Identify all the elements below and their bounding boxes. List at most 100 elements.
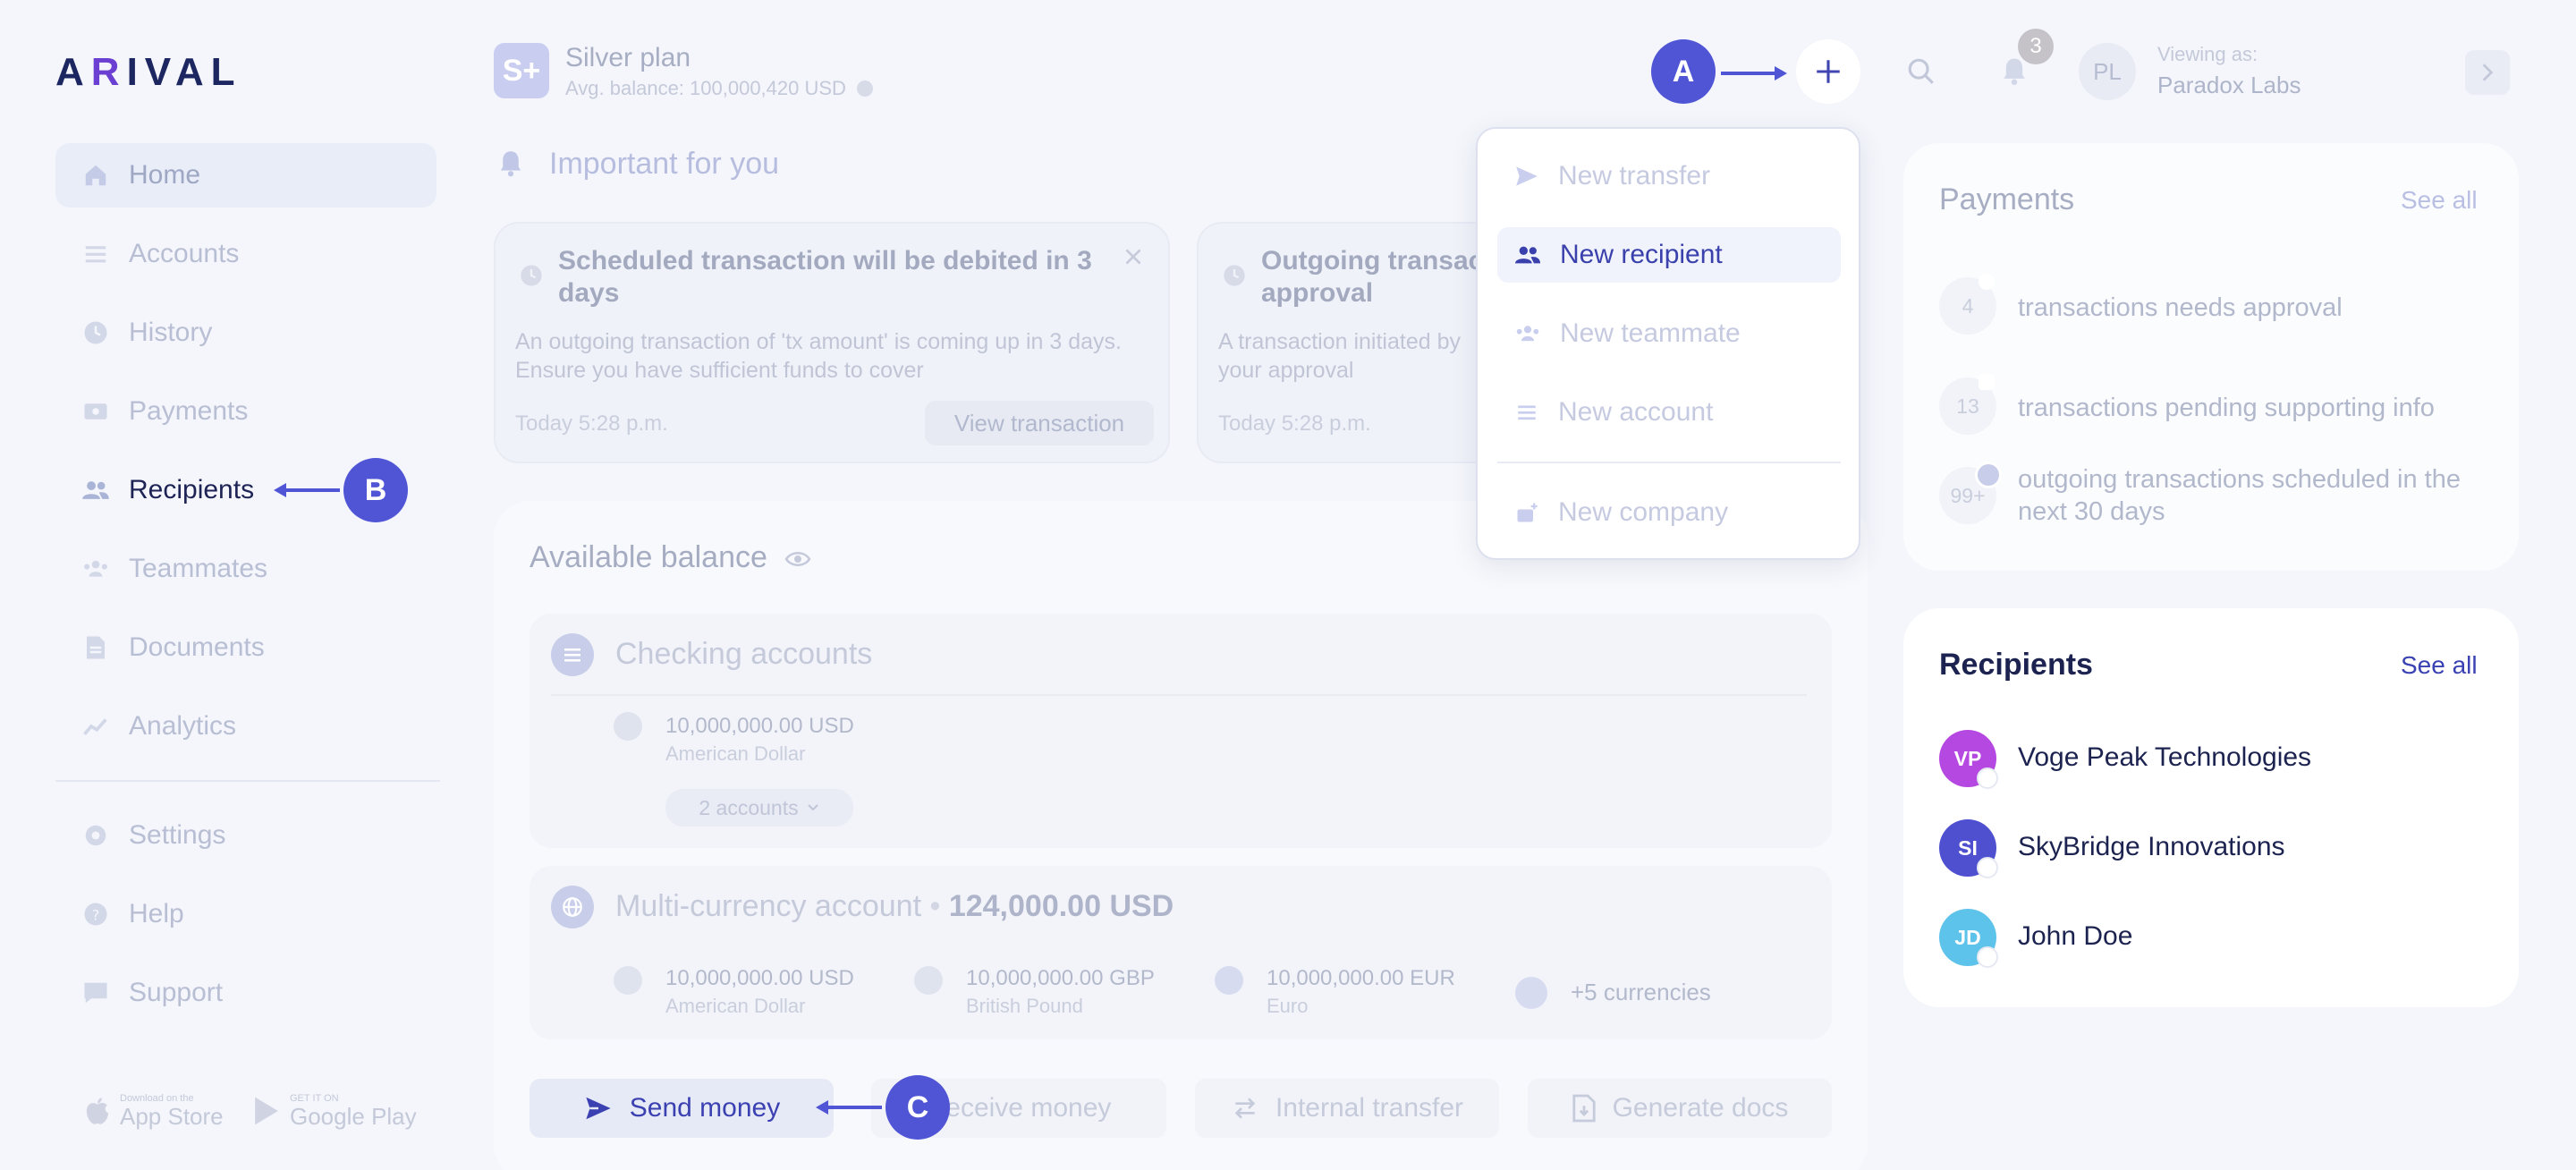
users-icon [80,475,111,505]
menu-item-new-account[interactable]: New account [1497,385,1841,440]
us-flag-icon [614,966,642,995]
multi-currency-card[interactable]: Multi-currency account • 124,000.00 USD … [530,866,1832,1039]
company-icon [1977,767,1998,789]
recipients-card: Recipients See all VP Voge Peak Technolo… [1903,608,2519,1007]
list-icon [1513,401,1540,424]
clock-icon [80,318,111,348]
notice-card: Scheduled transaction will be debited in… [494,222,1170,463]
internal-transfer-button[interactable]: Internal transfer [1195,1079,1499,1138]
hourglass-icon [1979,274,1995,290]
menu-item-new-recipient[interactable]: New recipient [1497,227,1841,283]
divider [551,694,1807,696]
notice-description: An outgoing transaction of 'tx amount' i… [515,329,1122,383]
currency-amount: 10,000,000.00 EUR [1267,966,1455,990]
switch-company-button[interactable] [2465,50,2510,95]
sidebar-item-documents[interactable]: Documents [55,615,436,680]
notice-time: Today 5:28 p.m. [515,411,668,436]
recipient-name[interactable]: John Doe [2018,921,2132,952]
globe-icon [551,886,594,928]
search-button[interactable] [1889,39,1953,104]
chat-icon [80,978,111,1008]
info-icon[interactable] [857,81,874,97]
sidebar-item-history[interactable]: History [55,301,436,365]
svg-text:?: ? [92,906,100,923]
currency-name: American Dollar [665,995,806,1017]
menu-item-new-company[interactable]: New company [1497,485,1841,540]
payments-card: Payments See all 4 transactions needs ap… [1903,143,2519,571]
currency-amount: 10,000,000.00 GBP [966,966,1155,990]
accounts-dropdown[interactable]: 2 accounts [665,789,853,827]
recipient-name[interactable]: Voge Peak Technologies [2018,742,2311,773]
company-icon [1513,500,1540,525]
more-currencies[interactable]: +5 currencies [1571,979,1711,1006]
arival-logo[interactable]: ARIVAL [55,50,242,95]
google-play-badge[interactable]: GET IT ON Google Play [252,1093,417,1129]
sidebar-item-label: Payments [129,396,249,426]
sidebar-item-accounts[interactable]: Accounts [55,222,436,286]
company-name: Paradox Labs [2157,72,2301,98]
document-download-icon [1572,1093,1597,1123]
sidebar-item-label: Teammates [129,554,268,583]
sidebar-item-payments[interactable]: Payments [55,379,436,444]
currency-name: Euro [1267,995,1309,1017]
document-icon [80,632,111,663]
eu-flag-icon [1215,966,1243,995]
multi-currency-total: 124,000.00 USD [948,889,1174,923]
payments-row[interactable]: outgoing transactions scheduled in the n… [2018,463,2501,528]
sidebar-item-analytics[interactable]: Analytics [55,694,436,759]
payments-row[interactable]: transactions pending supporting info [2018,392,2435,424]
sidebar-item-settings[interactable]: Settings [55,803,436,868]
arrow-left-icon [272,481,340,499]
add-button[interactable] [1796,39,1860,104]
list-icon [80,239,111,269]
team-icon [80,554,111,584]
view-transaction-button[interactable]: View transaction [925,401,1154,445]
send-icon [1513,165,1540,188]
sidebar-item-support[interactable]: Support [55,961,436,1025]
app-store-badge[interactable]: Download on the App Store [84,1093,224,1129]
send-money-button[interactable]: Send money [530,1079,834,1138]
avatar[interactable]: PL [2079,43,2136,100]
important-title: Important for you [549,147,780,181]
chevron-right-icon [2479,61,2496,84]
available-balance-title: Available balance [530,540,811,575]
sidebar-item-label: Analytics [129,711,237,741]
payments-title: Payments [1939,182,2075,216]
sidebar-item-label: Accounts [129,239,240,268]
menu-item-new-transfer[interactable]: New transfer [1497,148,1841,204]
sidebar-item-label: Settings [129,820,226,850]
eye-icon[interactable] [784,549,811,569]
person-icon [1977,946,1998,968]
arrow-left-icon [814,1098,882,1116]
notice-time: Today 5:28 p.m. [1218,411,1371,436]
payments-row[interactable]: transactions needs approval [2018,292,2343,324]
recipient-icon [1513,242,1542,267]
recipients-see-all-link[interactable]: See all [2401,651,2478,680]
close-button[interactable] [1122,245,1145,268]
plus-icon [1813,56,1843,87]
generate-docs-button[interactable]: Generate docs [1528,1079,1832,1138]
apple-icon [84,1096,111,1126]
sidebar-item-label: History [129,318,213,347]
menu-item-new-teammate[interactable]: New teammate [1497,306,1841,361]
notice-title: Scheduled transaction will be debited in… [558,246,1092,308]
sidebar-item-label: Documents [129,632,265,662]
recipient-name[interactable]: SkyBridge Innovations [2018,832,2285,862]
checking-accounts-card[interactable]: Checking accounts 10,000,000.00 USD Amer… [530,614,1832,848]
bell-icon [497,148,524,179]
sidebar-item-home[interactable]: Home [55,143,436,208]
chevron-down-icon [806,802,820,813]
plan-title: Silver plan [565,43,691,72]
sidebar-item-teammates[interactable]: Teammates [55,537,436,601]
payments-see-all-link[interactable]: See all [2401,186,2478,215]
search-icon [1906,56,1936,87]
sidebar-item-label: Help [129,899,184,928]
help-icon: ? [80,899,111,929]
checking-currency: American Dollar [665,742,806,765]
sidebar-item-help[interactable]: ? Help [55,882,436,946]
send-icon [583,1095,614,1122]
annotation-b: B [343,458,408,522]
menu-divider [1497,462,1841,463]
checking-amount: 10,000,000.00 USD [665,714,854,738]
notification-count-badge: 3 [2018,29,2054,64]
